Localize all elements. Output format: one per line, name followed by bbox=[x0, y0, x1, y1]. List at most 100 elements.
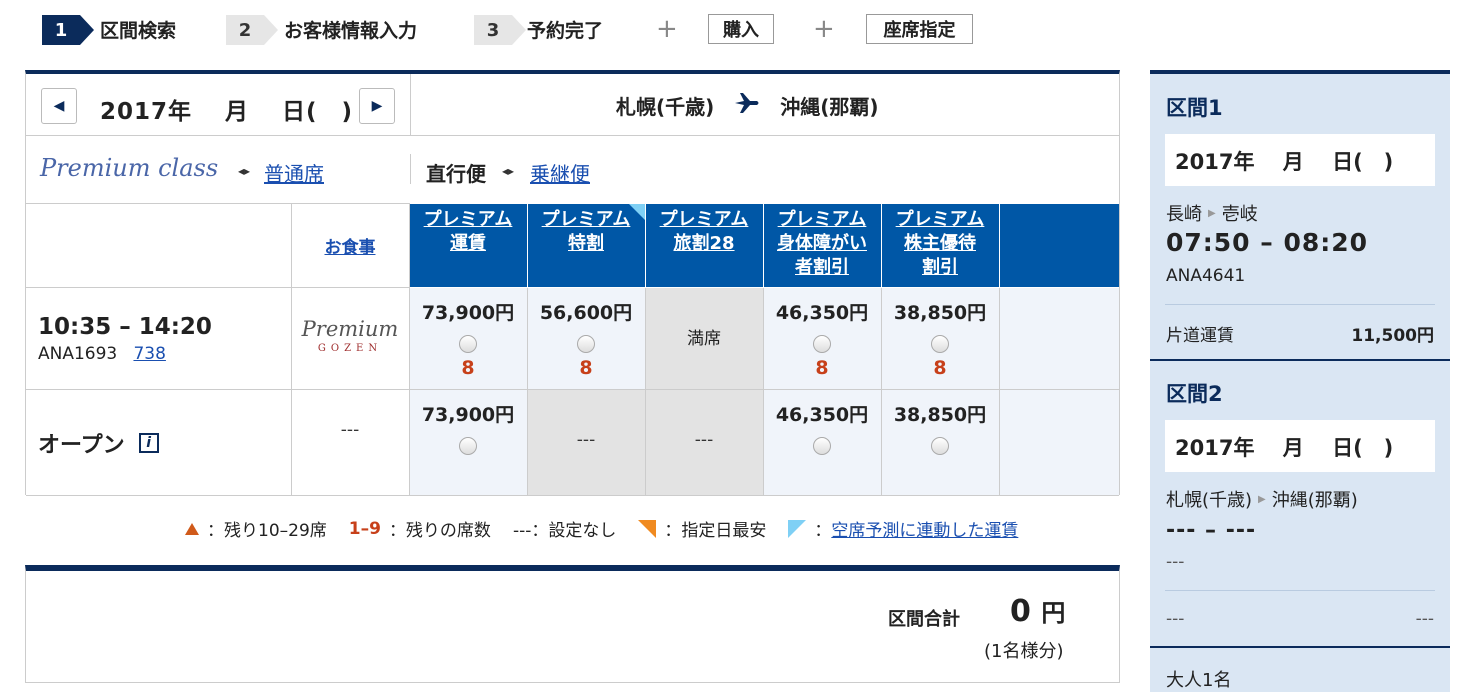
fare-radio[interactable] bbox=[931, 437, 949, 455]
blank-header bbox=[998, 203, 1119, 288]
divider bbox=[1165, 304, 1435, 305]
meal-header[interactable]: お食事 bbox=[290, 203, 410, 288]
fare-header-premium-tokuwari[interactable]: プレミアム 特割 bbox=[526, 203, 646, 288]
route: 札幌(千歳) 沖縄(那覇) bbox=[616, 91, 879, 120]
chevron-right-icon: ▶ bbox=[371, 98, 383, 114]
premium-class-logo: Premium class bbox=[40, 154, 219, 182]
fare-header-premium[interactable]: プレミアム 運賃 bbox=[408, 203, 528, 288]
arrow-right-icon: ▶ bbox=[1208, 207, 1216, 219]
segment-2-flight: --- bbox=[1166, 552, 1185, 572]
segment-1-flight: ANA4641 bbox=[1166, 266, 1246, 286]
step-3-number: 3 bbox=[474, 15, 526, 45]
passenger-count: 大人1名 bbox=[1166, 670, 1232, 691]
fare-cell-none: --- bbox=[644, 389, 764, 496]
fare-cell[interactable]: 38,850円 8 bbox=[880, 287, 1000, 390]
fare-cell[interactable]: 38,850円 bbox=[880, 389, 1000, 496]
segment-2-date: 2017年 月 日( ) bbox=[1165, 420, 1435, 472]
meal-cell: --- bbox=[290, 389, 410, 496]
flight-time: 10:35 – 14:20 bbox=[38, 313, 212, 340]
info-icon[interactable]: i bbox=[138, 432, 159, 453]
open-label-cell: オープン i bbox=[26, 389, 292, 496]
segment-2-route: 札幌(千歳) ▶ 沖縄(那覇) bbox=[1166, 490, 1358, 511]
flight-info: 10:35 – 14:20 ANA1693 738 bbox=[26, 287, 292, 390]
legend-count-label: ：残りの席数 bbox=[388, 521, 491, 541]
prediction-fare-marker-icon bbox=[628, 204, 645, 220]
fare-cell-full: 満席 bbox=[644, 287, 764, 390]
triangle-up-icon bbox=[185, 522, 199, 535]
economy-class-link[interactable]: 普通席 bbox=[264, 158, 324, 187]
selected-date: 2017年 月 日( ) bbox=[100, 99, 354, 125]
fare-radio[interactable] bbox=[459, 335, 477, 353]
segment-2-title: 区間2 bbox=[1166, 382, 1223, 406]
step-1-label: 区間検索 bbox=[100, 20, 177, 42]
prediction-fare-link[interactable]: 空席予測に連動した運賃 bbox=[831, 516, 1018, 541]
fare-cell[interactable]: 46,350円 8 bbox=[762, 287, 882, 390]
flight-number: ANA1693 bbox=[38, 343, 118, 364]
fare-cell-none: --- bbox=[526, 389, 646, 496]
fare-header-premium-tabiwari28[interactable]: プレミアム 旅割28 bbox=[644, 203, 764, 288]
next-date-button[interactable]: ▶ bbox=[359, 88, 395, 124]
chevron-left-icon: ◀ bbox=[53, 98, 65, 114]
segment-1-time: 07:50 – 08:20 bbox=[1166, 228, 1369, 257]
legend: ：残り10–29席 1–9 ：残りの席数 ---：設定なし ：指定日最安 ： 空… bbox=[185, 516, 1018, 541]
total-label: 区間合計 bbox=[888, 609, 960, 630]
cheapest-marker-icon bbox=[638, 519, 657, 538]
legend-cheapest: ：指定日最安 bbox=[664, 521, 767, 541]
flight-row: 10:35 – 14:20 ANA1693 738 Premium GOZEN 7… bbox=[26, 287, 1119, 390]
fare-radio[interactable] bbox=[459, 437, 477, 455]
blank-header bbox=[26, 203, 292, 288]
flight-search-panel: ◀ 2017年 月 日( ) ▶ 札幌(千歳) 沖縄(那覇) Premium c… bbox=[25, 70, 1120, 496]
segment-1-date: 2017年 月 日( ) bbox=[1165, 134, 1435, 186]
segment-2-time: --- – --- bbox=[1166, 518, 1257, 543]
divider bbox=[1150, 646, 1450, 648]
step-2-label: お客様情報入力 bbox=[284, 20, 418, 42]
open-row: オープン i --- 73,900円 --- --- 46,350円 38,850… bbox=[26, 389, 1119, 496]
progress-steps: 1 区間検索 2 お客様情報入力 3 予約完了 + 購入 + 座席指定 bbox=[0, 0, 1464, 60]
date-bar: ◀ 2017年 月 日( ) ▶ 札幌(千歳) 沖縄(那覇) bbox=[26, 74, 1119, 136]
blank-cell bbox=[998, 287, 1119, 390]
direct-flight-label: 直行便 bbox=[426, 162, 486, 186]
aircraft-link[interactable]: 738 bbox=[133, 344, 165, 364]
divider bbox=[410, 74, 411, 136]
fare-cell[interactable]: 73,900円 8 bbox=[408, 287, 528, 390]
arrow-right-icon: ▶ bbox=[1258, 493, 1266, 505]
premium-gozen-logo: Premium GOZEN bbox=[290, 287, 410, 390]
airplane-icon bbox=[734, 92, 760, 120]
fare-radio[interactable] bbox=[931, 335, 949, 353]
fare-radio[interactable] bbox=[813, 437, 831, 455]
legend-count-range: 1–9 bbox=[348, 518, 381, 539]
step-1-number: 1 bbox=[42, 15, 94, 45]
route-to: 沖縄(那覇) bbox=[780, 95, 879, 119]
fare-header-row: お食事 プレミアム 運賃 プレミアム 特割 プレミアム 旅割28 プレミアム 身体障がい… bbox=[26, 203, 1119, 288]
divider bbox=[410, 154, 411, 184]
blank-cell bbox=[998, 389, 1119, 496]
route-from: 札幌(千歳) bbox=[616, 95, 715, 119]
legend-remaining: ：残り10–29席 bbox=[207, 521, 327, 541]
plus-icon: + bbox=[656, 14, 678, 44]
divider bbox=[1150, 359, 1450, 361]
total-value: 0 円 bbox=[1010, 594, 1066, 629]
prediction-marker-icon bbox=[788, 519, 807, 538]
plus-icon: + bbox=[813, 14, 835, 44]
fare-header-premium-disability[interactable]: プレミアム 身体障がい 者割引 bbox=[762, 203, 882, 288]
divider bbox=[1165, 590, 1435, 591]
fare-table: お食事 プレミアム 運賃 プレミアム 特割 プレミアム 旅割28 プレミアム 身体障がい… bbox=[26, 203, 1119, 496]
swap-icon: ◂▸ bbox=[502, 164, 515, 178]
fare-cell[interactable]: 73,900円 bbox=[408, 389, 528, 496]
legend-colon: ： bbox=[814, 521, 832, 541]
segment-1-fare: 片道運賃 11,500円 bbox=[1166, 326, 1434, 346]
fare-header-premium-shareholder[interactable]: プレミアム 株主優待 割引 bbox=[880, 203, 1000, 288]
fare-radio[interactable] bbox=[813, 335, 831, 353]
itinerary-sidebar: 区間1 2017年 月 日( ) 長崎 ▶ 壱岐 07:50 – 08:20 ANA… bbox=[1150, 70, 1450, 692]
fare-radio[interactable] bbox=[577, 335, 595, 353]
fare-cell[interactable]: 46,350円 bbox=[762, 389, 882, 496]
open-label: オープン bbox=[38, 432, 125, 458]
prev-date-button[interactable]: ◀ bbox=[41, 88, 77, 124]
legend-none: ---：設定なし bbox=[512, 521, 617, 541]
step-2-number: 2 bbox=[226, 15, 278, 45]
fare-cell[interactable]: 56,600円 8 bbox=[526, 287, 646, 390]
transfer-flight-link[interactable]: 乗継便 bbox=[530, 158, 590, 187]
seat-selection-option: 座席指定 bbox=[866, 14, 973, 44]
segment-1-route: 長崎 ▶ 壱岐 bbox=[1166, 204, 1258, 225]
purchase-option: 購入 bbox=[708, 14, 774, 44]
